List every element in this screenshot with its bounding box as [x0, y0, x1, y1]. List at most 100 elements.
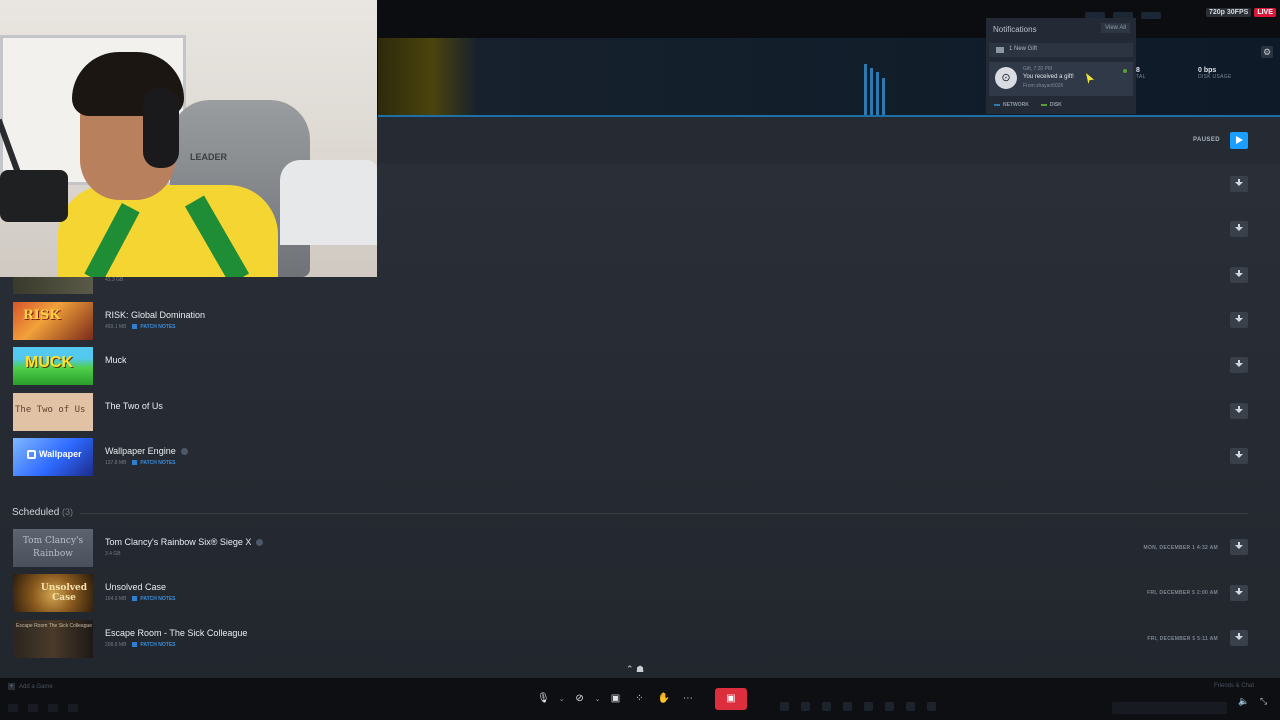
screen-share-icon[interactable]: ▣ — [606, 689, 624, 709]
list-item[interactable]: RISK RISK: Global Domination 459.1 MB PAT… — [0, 302, 1260, 342]
thumbnail-text: Escape Room The Sick Colleague — [16, 623, 93, 629]
chevron-up-icon[interactable]: ⌃ ☗ — [626, 664, 644, 675]
info-icon[interactable] — [180, 448, 188, 455]
patch-notes-link[interactable]: PATCH NOTES — [132, 460, 175, 466]
game-name[interactable]: RISK: Global Domination — [105, 310, 205, 320]
section-divider — [80, 513, 1248, 514]
patch-notes-link[interactable]: PATCH NOTES — [132, 596, 175, 602]
info-icon[interactable] — [256, 539, 264, 546]
unread-dot — [1123, 69, 1127, 73]
patch-notes-link[interactable]: PATCH NOTES — [132, 642, 175, 648]
taskbar-icon[interactable] — [780, 702, 789, 711]
patch-notes-link[interactable]: PATCH NOTES — [132, 324, 175, 330]
blanket — [280, 160, 377, 245]
new-gift-row[interactable]: 1 New Gift — [989, 43, 1133, 57]
taskbar-icon[interactable] — [885, 702, 894, 711]
more-icon[interactable]: ⋯ — [679, 689, 697, 709]
download-button[interactable] — [1230, 312, 1248, 328]
download-button[interactable] — [1230, 267, 1248, 283]
top-toolbar-icons[interactable] — [1085, 6, 1195, 19]
thumbnail-text: The Two of Us — [15, 405, 86, 415]
camera-off-icon[interactable]: ⊘ — [571, 689, 589, 709]
game-thumbnail[interactable]: MUCK — [13, 347, 93, 385]
taskbar-icon[interactable] — [906, 702, 915, 711]
friends-chat-button[interactable]: Friends & Chat — [1214, 683, 1254, 689]
game-size: 137.8 MB — [105, 460, 127, 466]
taskbar-icon[interactable] — [843, 702, 852, 711]
stream-badge: 720p 30FPS LIVE — [1206, 8, 1276, 17]
game-thumbnail[interactable]: Escape Room The Sick Colleague — [13, 620, 93, 658]
notification-title: You received a gift! — [1023, 74, 1074, 80]
chair-brand: LEADER — [190, 152, 228, 162]
notification-from: From shayan5026 — [1023, 83, 1064, 89]
game-size: 3.4 GB — [105, 551, 121, 557]
game-thumbnail[interactable]: Unsolved Case — [13, 574, 93, 612]
download-button[interactable] — [1230, 357, 1248, 373]
thumbnail-text: RISK — [23, 308, 61, 323]
download-button[interactable] — [1230, 585, 1248, 601]
list-item[interactable]: Tom Clancy's Rainbow Tom Clancy's Rainbo… — [0, 529, 1260, 569]
thumbnail-text: MUCK — [25, 354, 73, 371]
game-name[interactable]: Wallpaper Engine — [105, 446, 188, 456]
scheduled-section-title: Scheduled (3) — [12, 507, 74, 518]
game-name[interactable]: Muck — [105, 355, 127, 365]
hand-icon[interactable]: ✋ — [654, 689, 672, 709]
list-item[interactable]: Wallpaper Wallpaper Engine 137.8 MB PATCH… — [0, 438, 1260, 478]
taskbar-search[interactable] — [1112, 702, 1227, 714]
scheduled-date: MON, DECEMBER 1 4:32 AM — [1143, 545, 1218, 551]
add-game-button[interactable]: Add a Game — [8, 683, 53, 690]
taskbar-icons — [780, 702, 1080, 714]
legend-network: NETWORK — [994, 102, 1029, 108]
view-all-button[interactable]: View All — [1101, 23, 1130, 33]
headset — [143, 88, 179, 168]
taskbar-left — [8, 704, 78, 712]
disk-usage-label: DISK USAGE — [1198, 74, 1232, 80]
game-thumbnail[interactable]: Tom Clancy's Rainbow — [13, 529, 93, 567]
chevron-down-icon[interactable]: ⌄ — [595, 695, 601, 703]
disk-usage-stat: 0 bps DISK USAGE — [1198, 67, 1232, 80]
game-thumbnail[interactable]: RISK — [13, 302, 93, 340]
download-button[interactable] — [1230, 403, 1248, 419]
play-icon[interactable] — [1230, 132, 1248, 149]
scheduled-date: FRI, DECEMBER 5 5:11 AM — [1147, 636, 1218, 642]
notifications-panel: Notifications View All 1 New Gift ⊙ Gift… — [986, 18, 1136, 114]
volume-icon[interactable]: 🔈 — [1238, 696, 1249, 707]
game-thumbnail[interactable]: The Two of Us — [13, 393, 93, 431]
game-name[interactable]: Tom Clancy's Rainbow Six® Siege X — [105, 537, 264, 547]
scheduled-count: (3) — [62, 507, 74, 517]
gift-icon — [996, 47, 1004, 53]
total-label: TAL — [1136, 74, 1146, 80]
leave-call-icon[interactable]: ▣ — [714, 688, 747, 710]
chevron-down-icon[interactable]: ⌄ — [559, 695, 565, 703]
disk-usage-value: 0 bps — [1198, 67, 1217, 74]
game-meta: 459.1 MB PATCH NOTES — [105, 324, 176, 330]
thumbnail-text: Unsolved Case — [40, 583, 88, 603]
taskbar-icon[interactable] — [927, 702, 936, 711]
game-name[interactable]: Unsolved Case — [105, 582, 166, 592]
game-name[interactable]: The Two of Us — [105, 401, 163, 411]
download-button[interactable] — [1230, 630, 1248, 646]
taskbar-icon[interactable] — [822, 702, 831, 711]
game-name[interactable]: Escape Room - The Sick Colleague — [105, 628, 247, 638]
total-value: 8 — [1136, 67, 1140, 74]
fullscreen-icon[interactable]: ⤡ — [1260, 696, 1267, 707]
taskbar-icon[interactable] — [801, 702, 810, 711]
game-thumbnail[interactable]: Wallpaper — [13, 438, 93, 476]
person-shirt — [58, 185, 278, 277]
list-item[interactable]: The Two of Us The Two of Us — [0, 393, 1260, 433]
download-button[interactable] — [1230, 221, 1248, 237]
game-size: 459.1 MB — [105, 324, 127, 330]
list-item[interactable]: Escape Room The Sick Colleague Escape Ro… — [0, 620, 1260, 660]
gear-icon[interactable]: ⚙ — [1261, 46, 1273, 58]
download-button[interactable] — [1230, 448, 1248, 464]
microphone-icon[interactable]: 🎙 — [534, 689, 553, 709]
list-item[interactable]: MUCK Muck — [0, 347, 1260, 387]
microphone — [0, 170, 68, 222]
download-button[interactable] — [1230, 539, 1248, 555]
grid-icon[interactable]: ⁘ — [630, 689, 648, 709]
list-item[interactable]: Unsolved Case Unsolved Case 164.9 MB PATC… — [0, 574, 1260, 614]
gift-notification[interactable]: ⊙ Gift, 7:30 PM You received a gift! Fro… — [989, 62, 1133, 96]
game-size: 208.8 MB — [105, 642, 127, 648]
taskbar-icon[interactable] — [864, 702, 873, 711]
download-button[interactable] — [1230, 176, 1248, 192]
